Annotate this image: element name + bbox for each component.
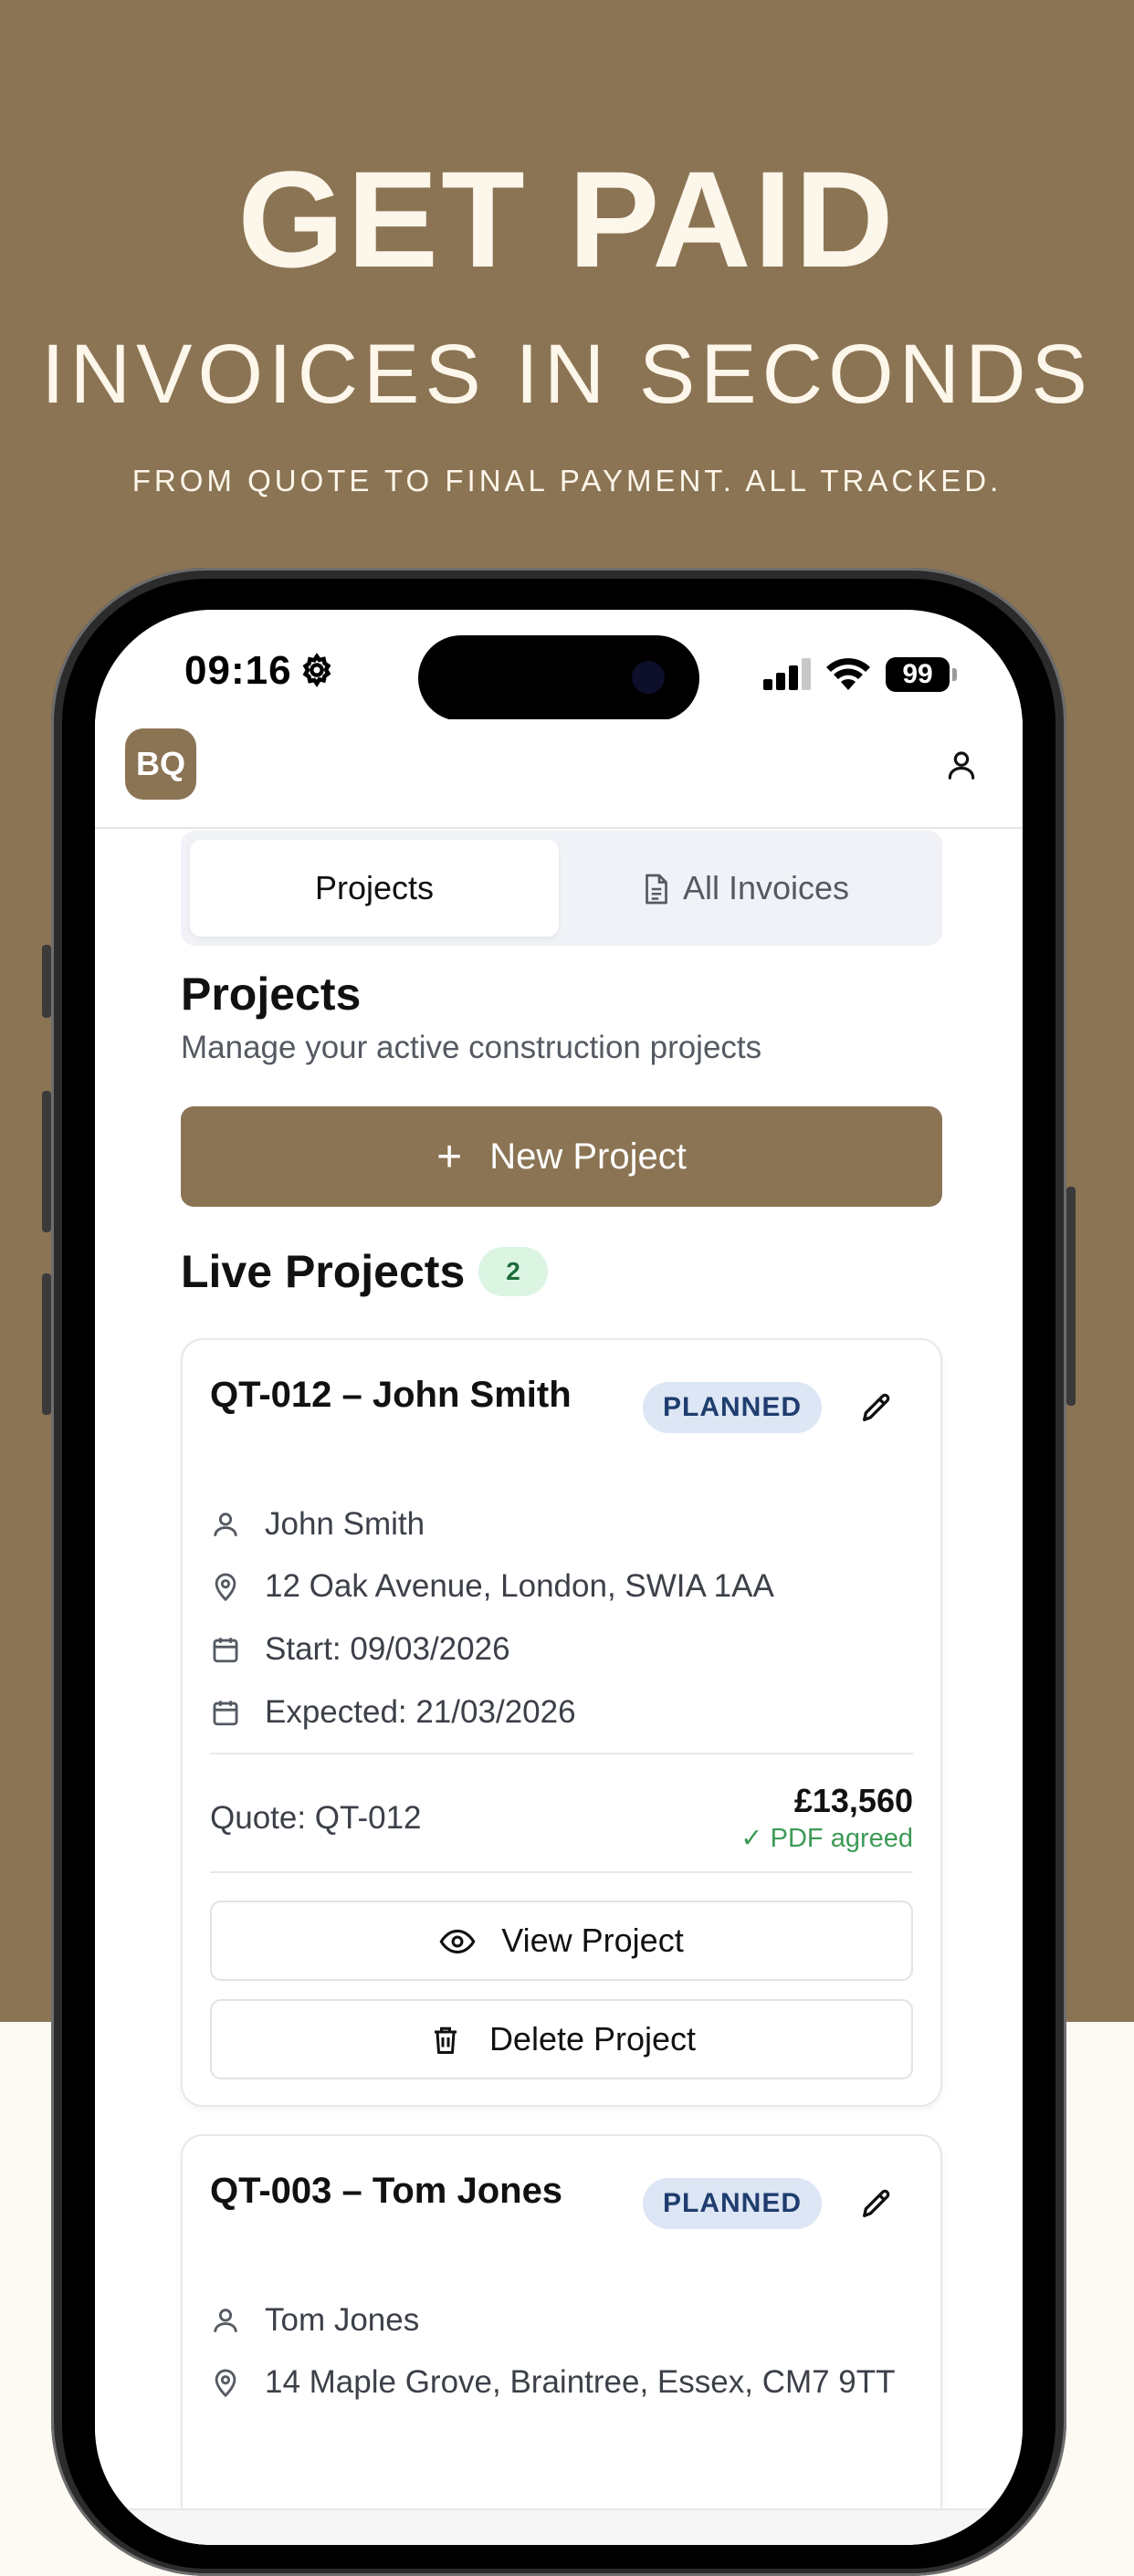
trash-icon (434, 2026, 457, 2054)
app-header: BQ (95, 719, 1023, 829)
live-projects-heading: Live Projects (181, 1246, 466, 1297)
new-project-label: New Project (489, 1136, 687, 1177)
phone-volume-down (42, 1273, 51, 1415)
status-time: 09:16 (184, 648, 292, 693)
pdf-agreed-status: ✓ PDF agreed (740, 1824, 913, 1853)
bottom-bar (95, 2508, 1023, 2545)
view-project-button[interactable]: View Project (210, 1901, 913, 1981)
page-title: Projects (181, 969, 362, 1020)
front-camera (632, 661, 665, 694)
tab-all-invoices-label: All Invoices (682, 869, 850, 906)
document-icon (646, 874, 667, 905)
hero-subtitle: INVOICES IN SECONDS (41, 328, 1093, 421)
hero-tagline: FROM QUOTE TO FINAL PAYMENT. ALL TRACKED… (131, 464, 1003, 497)
project-address: 14 Maple Grove, Braintree, Essex, CM7 9T… (265, 2364, 896, 2400)
card-divider (210, 1871, 913, 1873)
user-profile-icon[interactable] (944, 747, 979, 783)
project-title[interactable]: QT-003 – Tom Jones (210, 2171, 562, 2212)
person-icon (214, 2309, 237, 2332)
card-divider (210, 1753, 913, 1754)
expected-date: Expected: 21/03/2026 (265, 1694, 576, 1730)
client-name: John Smith (265, 1506, 425, 1542)
calendar-icon (213, 1638, 238, 1663)
view-project-label: View Project (501, 1922, 684, 1959)
wifi-icon (826, 658, 870, 690)
eye-icon (439, 1929, 476, 1954)
phone-power-button (1066, 1187, 1076, 1406)
map-pin-icon (215, 2369, 236, 2398)
map-pin-icon (215, 1573, 236, 1602)
quote-reference: Quote: QT-012 (210, 1800, 422, 1836)
battery-indicator: 99 (886, 657, 950, 692)
phone-volume-up (42, 1091, 51, 1232)
project-address: 12 Oak Avenue, London, SWIA 1AA (265, 1568, 774, 1604)
tab-bar: Projects All Invoices (181, 831, 942, 946)
delete-project-label: Delete Project (488, 2020, 697, 2058)
plus-icon: + (436, 1133, 463, 1181)
project-card: QT-003 – Tom Jones PLANNED Tom Jones 14 … (181, 2134, 942, 2545)
calendar-icon (213, 1701, 238, 1726)
tab-all-invoices[interactable]: All Invoices (559, 840, 933, 937)
page-subtitle: Manage your active construction projects (181, 1030, 762, 1065)
project-title[interactable]: QT-012 – John Smith (210, 1375, 572, 1416)
quote-amount: £13,560 (793, 1782, 913, 1819)
phone-side-button (42, 945, 51, 1018)
tab-projects[interactable]: Projects (190, 840, 559, 937)
new-project-button[interactable]: + New Project (181, 1106, 942, 1207)
delete-project-button[interactable]: Delete Project (210, 1999, 913, 2079)
person-icon (214, 1513, 237, 1536)
phone-screen: 09:16 99 BQ Projects All Invoices Projec… (95, 610, 1023, 2545)
live-projects-count-badge: 2 (478, 1247, 548, 1296)
start-date: Start: 09/03/2026 (265, 1631, 510, 1667)
pencil-edit-icon[interactable] (858, 2185, 895, 2222)
project-card: QT-012 – John Smith PLANNED John Smith 1… (181, 1338, 942, 2107)
client-name: Tom Jones (265, 2302, 420, 2338)
hero-title: GET PAID (237, 142, 897, 296)
status-badge: PLANNED (643, 2178, 822, 2229)
battery-tip (952, 668, 957, 681)
cellular-signal-icon (763, 658, 811, 690)
pencil-edit-icon[interactable] (858, 1389, 895, 1426)
app-logo[interactable]: BQ (125, 728, 196, 800)
status-badge: PLANNED (643, 1382, 822, 1433)
gear-icon (302, 653, 331, 687)
